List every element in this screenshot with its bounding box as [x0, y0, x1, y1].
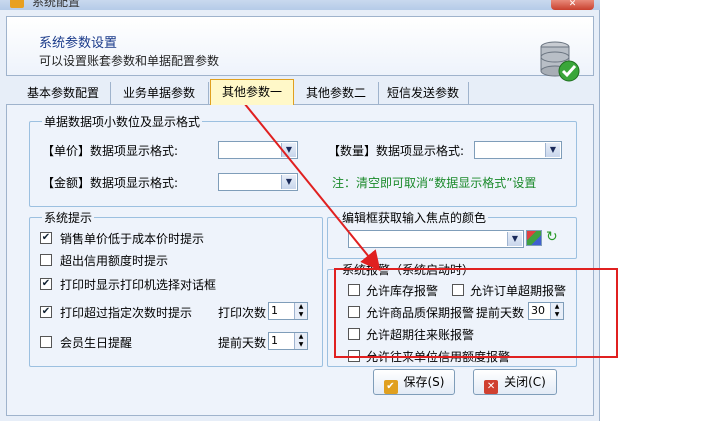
chevron-down-icon[interactable]: ▼: [281, 175, 296, 189]
annotation-highlight-box: [334, 268, 618, 358]
chevron-down-icon[interactable]: ▼: [507, 232, 522, 246]
low-price-prompt-checkbox[interactable]: ✔: [40, 232, 52, 244]
member-birthday-checkbox[interactable]: [40, 336, 52, 348]
spinner-arrows-icon[interactable]: ▲ ▼: [294, 303, 307, 319]
database-check-icon: [540, 41, 580, 82]
clear-format-note: 注：清空即可取消“数据显示格式”设置: [332, 176, 537, 190]
printer-dialog-label: 打印时显示打印机选择对话框: [60, 278, 217, 292]
window-title: 系统配置: [32, 0, 81, 9]
birthday-days-spinner[interactable]: 1 ▲ ▼: [268, 332, 308, 350]
header-panel: 系统参数设置 可以设置账套参数和单据配置参数: [6, 16, 594, 82]
qty-format-label: 【数量】数据项显示格式:: [328, 144, 465, 158]
birthday-days-value: 1: [271, 334, 278, 347]
focus-color-combo[interactable]: ▼: [348, 230, 524, 248]
header-title: 系统参数设置: [39, 36, 118, 51]
decimal-format-group-title: 单据数据项小数位及显示格式: [42, 113, 203, 130]
credit-limit-prompt-checkbox[interactable]: [40, 254, 52, 266]
print-count-prompt-checkbox[interactable]: ✔: [40, 306, 52, 318]
credit-limit-prompt-label: 超出信用额度时提示: [60, 254, 169, 268]
price-format-combo[interactable]: ▼: [218, 141, 298, 159]
color-palette-icon[interactable]: [526, 230, 542, 246]
tab-strip: 基本参数配置 业务单据参数 其他参数一 其他参数二 短信发送参数: [6, 79, 594, 105]
focus-color-group-title: 编辑框获取输入焦点的颜色: [340, 209, 489, 226]
spinner-arrows-icon[interactable]: ▲ ▼: [294, 333, 307, 349]
qty-format-combo[interactable]: ▼: [474, 141, 562, 159]
print-count-label: 打印次数: [218, 306, 267, 320]
print-count-value: 1: [271, 304, 278, 317]
tab-basic-params[interactable]: 基本参数配置: [16, 82, 111, 104]
amount-format-label: 【金额】数据项显示格式:: [42, 176, 179, 190]
system-prompt-group-title: 系统提示: [42, 209, 95, 226]
refresh-icon[interactable]: ↻: [546, 230, 562, 246]
print-count-prompt-label: 打印超过指定次数时提示: [60, 306, 193, 320]
tab-other-params-1[interactable]: 其他参数一: [210, 79, 294, 105]
tab-sms-params[interactable]: 短信发送参数: [378, 82, 469, 104]
tab-other-params-2[interactable]: 其他参数二: [294, 82, 379, 104]
title-bar[interactable]: 系统配置: [0, 0, 600, 10]
app-icon: [10, 0, 24, 8]
close-window-button[interactable]: ✕: [551, 0, 594, 10]
low-price-prompt-label: 销售单价低于成本价时提示: [60, 232, 205, 246]
tab-content-panel: 单据数据项小数位及显示格式 【单价】数据项显示格式: ▼ 【数量】数据项显示格式…: [6, 104, 594, 416]
header-subtitle: 可以设置账套参数和单据配置参数: [39, 54, 220, 68]
save-button-label: 保存(S): [403, 375, 445, 389]
chevron-down-icon[interactable]: ▼: [545, 143, 560, 157]
close-button[interactable]: ✕ 关闭(C): [473, 369, 557, 395]
printer-dialog-checkbox[interactable]: ✔: [40, 278, 52, 290]
close-button-label: 关闭(C): [504, 375, 546, 389]
decimal-format-group: 单据数据项小数位及显示格式 【单价】数据项显示格式: ▼ 【数量】数据项显示格式…: [29, 113, 577, 207]
amount-format-combo[interactable]: ▼: [218, 173, 298, 191]
print-count-spinner[interactable]: 1 ▲ ▼: [268, 302, 308, 320]
tab-business-doc-params[interactable]: 业务单据参数: [110, 82, 209, 104]
close-icon: ✕: [484, 380, 499, 394]
member-birthday-label: 会员生日提醒: [60, 336, 133, 350]
focus-color-group: 编辑框获取输入焦点的颜色 ▼ ↻: [327, 209, 577, 259]
checkmark-icon: ✔: [383, 380, 398, 394]
chevron-down-icon[interactable]: ▼: [281, 143, 296, 157]
system-prompt-group: 系统提示 ✔ 销售单价低于成本价时提示 超出信用额度时提示 ✔ 打印时显示打印机…: [29, 209, 323, 367]
save-button[interactable]: ✔ 保存(S): [373, 369, 455, 395]
price-format-label: 【单价】数据项显示格式:: [42, 144, 179, 158]
birthday-days-ahead-label: 提前天数: [218, 336, 267, 350]
